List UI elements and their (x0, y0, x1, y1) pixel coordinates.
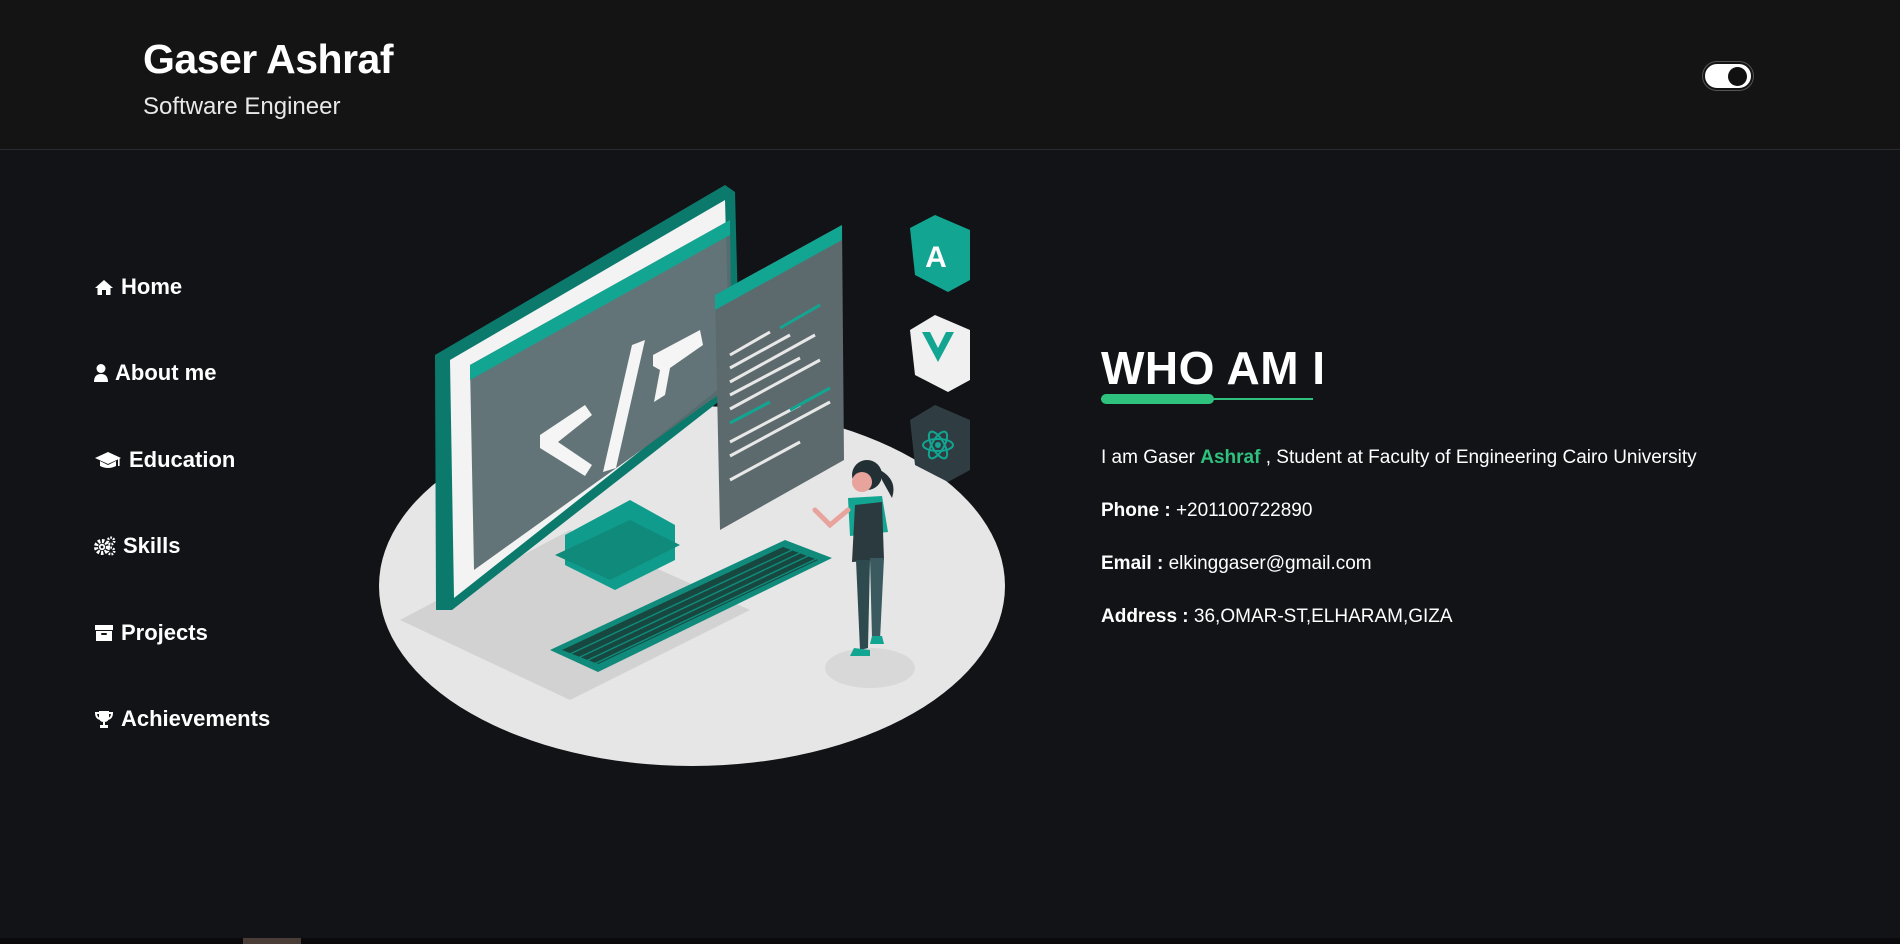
sidebar-item-skills[interactable]: Skills (94, 533, 180, 559)
svg-text:A: A (925, 241, 947, 274)
sidebar-item-education[interactable]: Education (94, 447, 235, 473)
sidebar-item-label: Projects (121, 620, 208, 645)
phone-value: +201100722890 (1170, 500, 1313, 521)
intro-suffix: , Student at Faculty of Engineering Cair… (1260, 447, 1697, 468)
archive-box-icon (95, 625, 113, 641)
email-row: Email : elkinggaser@gmail.com (1101, 553, 1841, 575)
heading-underline (1101, 393, 1313, 405)
intro-prefix: I am Gaser (1101, 447, 1201, 468)
underline-thick (1101, 394, 1214, 404)
section-heading: WHO AM I (1101, 342, 1326, 394)
sidebar-item-about[interactable]: About me (94, 360, 216, 386)
sidebar-item-label: Home (121, 274, 183, 299)
sidebar-item-projects[interactable]: Projects (94, 620, 208, 646)
address-row: Address : 36,OMAR-ST,ELHARAM,GIZA (1101, 606, 1841, 628)
gears-icon (94, 536, 116, 556)
sidebar-item-label: Skills (123, 533, 181, 558)
email-label: Email : (1101, 553, 1164, 574)
angular-badge: A (910, 215, 970, 292)
about-section: WHO AM I I am Gaser Ashraf , Student at … (1101, 345, 1841, 628)
intro-text: I am Gaser Ashraf , Student at Faculty o… (1101, 447, 1841, 469)
phone-label: Phone : (1101, 500, 1171, 521)
theme-toggle[interactable] (1703, 62, 1753, 90)
developer-illustration: A (379, 185, 1005, 766)
phone-row: Phone : +201100722890 (1101, 500, 1841, 522)
graduation-cap-icon (95, 452, 121, 468)
vue-badge (910, 315, 970, 392)
sidebar-item-label: Achievements (121, 706, 271, 731)
site-title[interactable]: Gaser Ashraf (143, 36, 394, 83)
site-header: Gaser Ashraf Software Engineer (0, 0, 1900, 150)
home-icon (95, 280, 113, 295)
trophy-icon (94, 711, 114, 728)
sidebar-item-label: Education (129, 447, 236, 472)
site-subtitle: Software Engineer (143, 93, 341, 120)
address-value: 36,OMAR-ST,ELHARAM,GIZA (1188, 606, 1453, 627)
sidebar-item-label: About me (115, 360, 217, 385)
toggle-knob (1728, 67, 1747, 86)
sidebar-item-achievements[interactable]: Achievements (94, 706, 270, 732)
taskbar-indicator (243, 938, 301, 944)
intro-accent-name: Ashraf (1200, 447, 1261, 468)
address-label: Address : (1101, 606, 1189, 627)
user-icon (94, 364, 108, 382)
sidebar-item-home[interactable]: Home (94, 274, 182, 300)
email-value: elkinggaser@gmail.com (1163, 553, 1372, 574)
